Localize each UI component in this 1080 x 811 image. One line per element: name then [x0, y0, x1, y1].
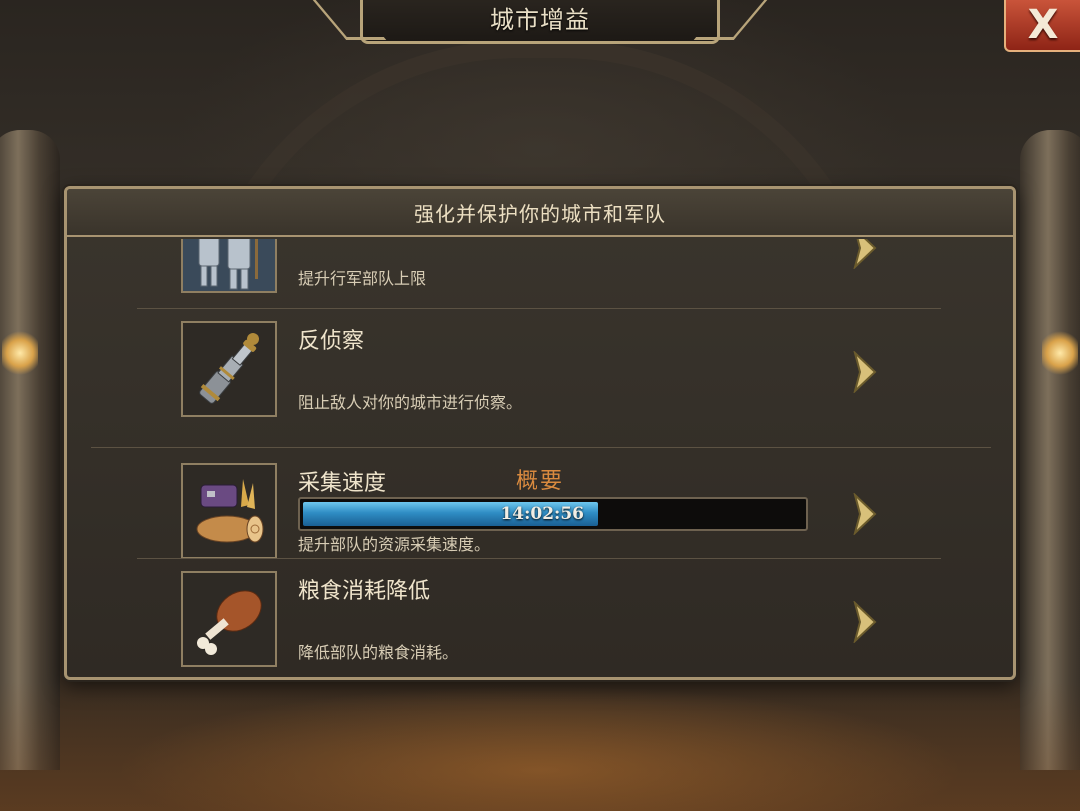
knights-icon — [181, 239, 277, 293]
chevron-right-icon[interactable] — [853, 601, 877, 643]
list-item[interactable]: 粮食消耗降低 降低部队的粮食消耗。 — [137, 561, 941, 671]
buff-list[interactable]: 提升行军部队上限 反侦察 阻止敌人对你的城市进行侦察。 概要 采集速度 14:0… — [67, 239, 1013, 677]
resource-bundle-icon — [181, 463, 277, 559]
list-item[interactable]: 采集速度 14:02:56 提升部队的资源采集速度。 — [137, 453, 941, 563]
list-item[interactable]: 反侦察 阻止敌人对你的城市进行侦察。 — [137, 311, 941, 421]
close-icon: X — [1027, 2, 1059, 48]
section-divider — [91, 447, 991, 448]
left-pillar — [0, 130, 60, 770]
chevron-right-icon[interactable] — [853, 351, 877, 393]
chevron-right-icon[interactable] — [853, 493, 877, 535]
city-buffs-panel: 强化并保护你的城市和军队 提升行军部队上限 反侦察 阻止敌人对你的城市进行侦察。… — [64, 186, 1016, 680]
item-name: 采集速度 — [298, 471, 387, 496]
list-item[interactable]: 提升行军部队上限 — [137, 239, 941, 297]
panel-header-text: 强化并保护你的城市和军队 — [414, 201, 666, 226]
buff-timer-fill: 14:02:56 — [303, 502, 598, 526]
left-lamp — [2, 330, 38, 376]
item-name: 反侦察 — [298, 329, 365, 354]
panel-header: 强化并保护你的城市和军队 — [67, 189, 1013, 237]
spyglass-icon — [181, 321, 277, 417]
floor — [0, 681, 1080, 811]
item-description: 提升行军部队上限 — [298, 269, 427, 288]
buff-timer-text: 14:02:56 — [500, 504, 584, 524]
page-title: 城市增益 — [490, 6, 590, 34]
chevron-right-icon[interactable] — [853, 239, 877, 269]
divider — [137, 308, 941, 309]
item-description: 提升部队的资源采集速度。 — [298, 535, 491, 554]
item-description: 降低部队的粮食消耗。 — [298, 643, 459, 662]
meat-drumstick-icon — [181, 571, 277, 667]
title-plate: 城市增益 — [307, 0, 773, 44]
right-pillar — [1020, 130, 1080, 770]
divider — [137, 558, 941, 559]
item-description: 阻止敌人对你的城市进行侦察。 — [298, 393, 523, 412]
right-lamp — [1042, 330, 1078, 376]
close-button[interactable]: X — [1004, 0, 1080, 52]
buff-timer-bar: 14:02:56 — [298, 497, 808, 531]
item-name: 粮食消耗降低 — [298, 579, 431, 604]
